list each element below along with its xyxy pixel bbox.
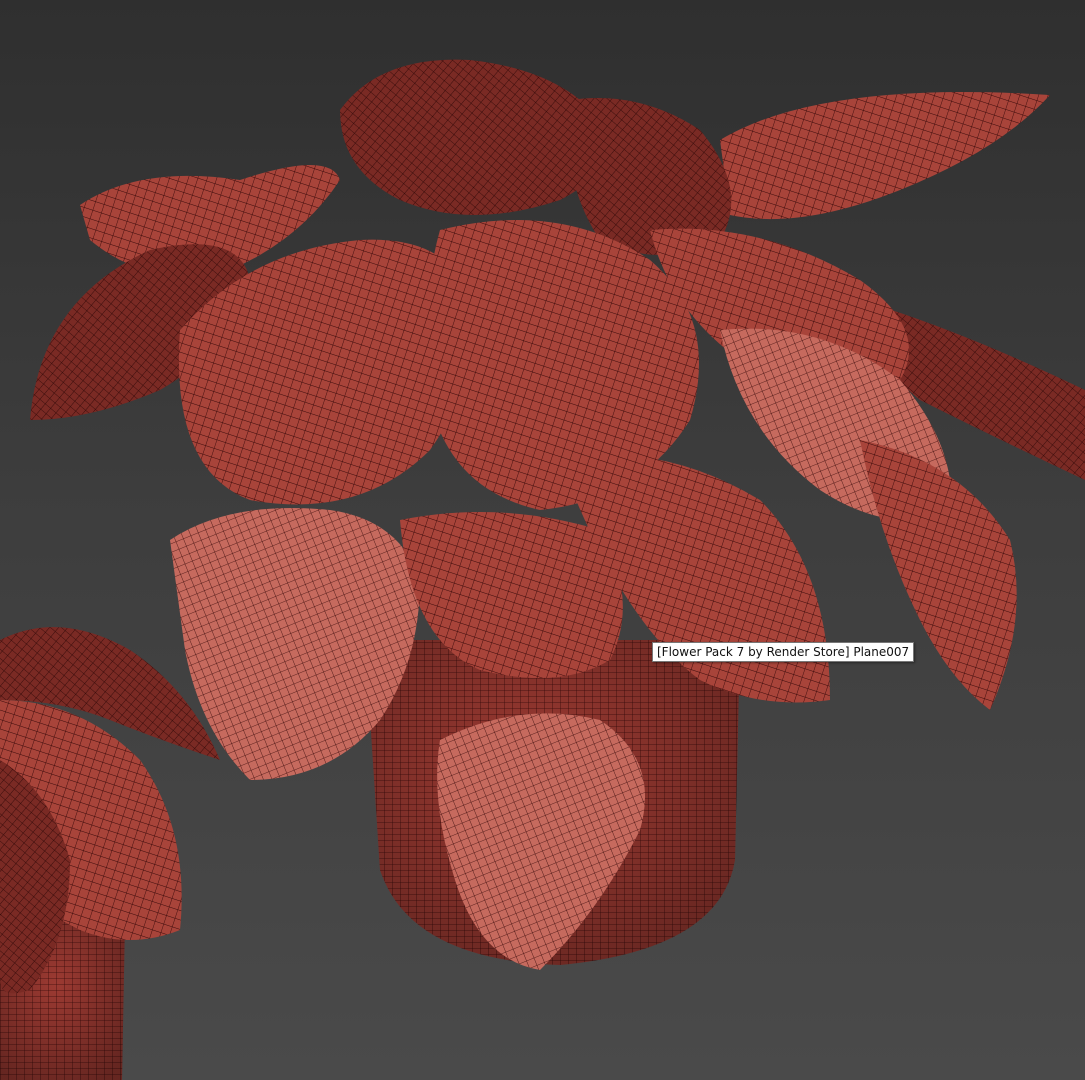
object-name-tooltip: [Flower Pack 7 by Render Store] Plane007 — [652, 642, 915, 662]
3d-viewport[interactable]: [Flower Pack 7 by Render Store] Plane007 — [0, 0, 1085, 1080]
scene-canvas[interactable] — [0, 0, 1085, 1080]
